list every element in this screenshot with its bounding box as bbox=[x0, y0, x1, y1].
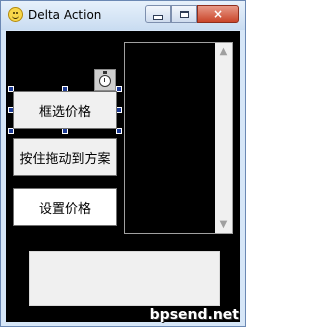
watermark: bpsend.net bbox=[149, 307, 239, 323]
smiley-icon bbox=[8, 7, 23, 22]
drag-to-scheme-button[interactable]: 按住拖动到方案 bbox=[13, 138, 117, 176]
vertical-scrollbar[interactable]: ▲ ▼ bbox=[215, 43, 232, 233]
maximize-button[interactable] bbox=[171, 5, 197, 23]
minimize-button[interactable] bbox=[145, 5, 171, 23]
close-button[interactable]: × bbox=[197, 5, 239, 23]
window-title: Delta Action bbox=[28, 8, 102, 22]
minimize-icon bbox=[153, 14, 163, 20]
caption-buttons: × bbox=[145, 5, 239, 23]
scroll-up-icon[interactable]: ▲ bbox=[215, 43, 232, 60]
stopwatch-icon bbox=[99, 75, 111, 87]
app-window: Delta Action × 框选价格 按住拖动到方案 设置价格 ▲ ▼ bps… bbox=[0, 0, 246, 327]
price-listbox[interactable]: ▲ ▼ bbox=[124, 42, 233, 234]
select-price-button[interactable]: 框选价格 bbox=[13, 91, 117, 129]
close-icon: × bbox=[212, 7, 224, 21]
set-price-button[interactable]: 设置价格 bbox=[13, 188, 117, 226]
scroll-down-icon[interactable]: ▼ bbox=[215, 216, 232, 233]
title-bar[interactable]: Delta Action × bbox=[1, 1, 245, 30]
bottom-panel bbox=[29, 251, 220, 306]
maximize-icon bbox=[179, 10, 189, 18]
stopwatch-control[interactable] bbox=[94, 69, 116, 91]
client-area: 框选价格 按住拖动到方案 设置价格 ▲ ▼ bbox=[6, 31, 240, 322]
